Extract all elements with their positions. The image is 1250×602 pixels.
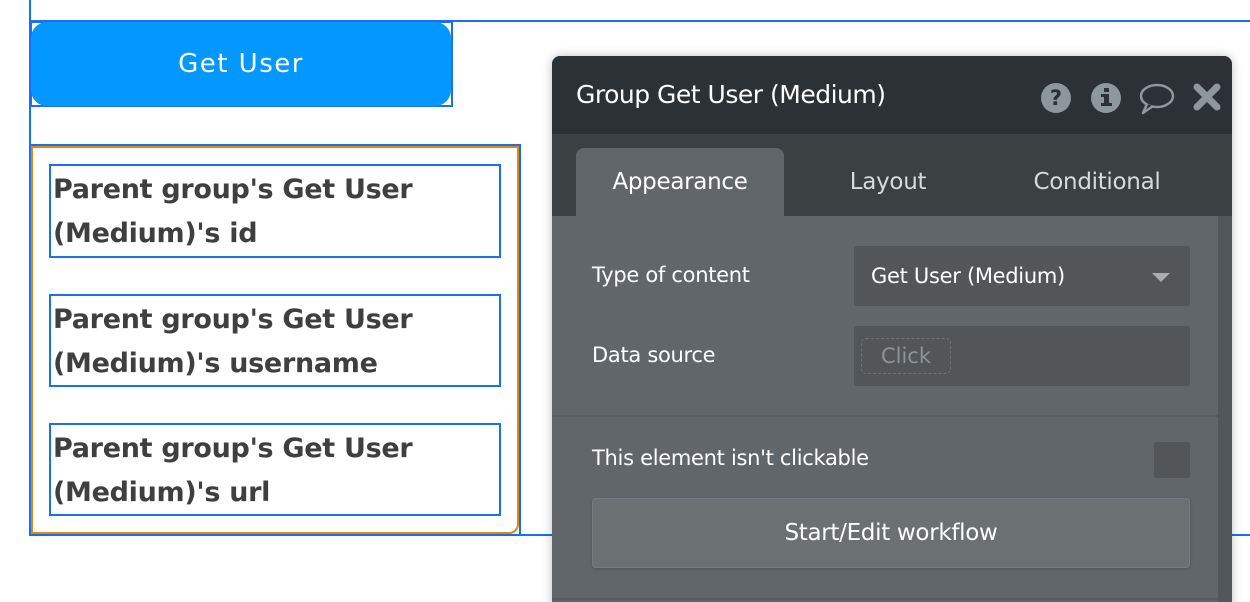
- type-of-content-dropdown[interactable]: Get User (Medium): [854, 246, 1190, 306]
- property-editor-panel: Group Get User (Medium) ?: [552, 56, 1232, 602]
- panel-scrollbar[interactable]: [1218, 216, 1232, 602]
- get-user-button[interactable]: Get User: [31, 22, 451, 106]
- tab-conditional[interactable]: Conditional: [992, 148, 1202, 216]
- text-element-url[interactable]: Parent group's Get User (Medium)'s url: [49, 423, 501, 516]
- section-divider: [552, 415, 1218, 417]
- tab-layout[interactable]: Layout: [798, 148, 978, 216]
- close-icon[interactable]: [1192, 82, 1224, 114]
- data-source-label: Data source: [592, 343, 715, 367]
- svg-text:?: ?: [1050, 86, 1062, 110]
- data-source-field[interactable]: Click: [854, 326, 1190, 386]
- tab-bar: Appearance Layout Conditional: [552, 134, 1232, 216]
- info-icon[interactable]: [1090, 82, 1122, 114]
- not-clickable-label: This element isn't clickable: [592, 446, 869, 470]
- text-element-username[interactable]: Parent group's Get User (Medium)'s usern…: [49, 294, 501, 387]
- not-clickable-checkbox[interactable]: [1154, 442, 1190, 478]
- start-edit-workflow-button[interactable]: Start/Edit workflow: [592, 498, 1190, 568]
- comment-icon[interactable]: [1138, 82, 1170, 114]
- chevron-down-icon: [1152, 273, 1170, 282]
- type-of-content-label: Type of content: [592, 263, 750, 287]
- tab-appearance[interactable]: Appearance: [576, 148, 784, 216]
- text-element-id[interactable]: Parent group's Get User (Medium)'s id: [49, 164, 501, 258]
- type-of-content-value: Get User (Medium): [871, 264, 1065, 288]
- panel-title: Group Get User (Medium): [576, 80, 885, 109]
- help-icon[interactable]: ?: [1040, 82, 1072, 114]
- section-divider: [552, 598, 1218, 600]
- data-source-click-placeholder[interactable]: Click: [861, 338, 951, 374]
- panel-header[interactable]: Group Get User (Medium) ?: [552, 56, 1232, 134]
